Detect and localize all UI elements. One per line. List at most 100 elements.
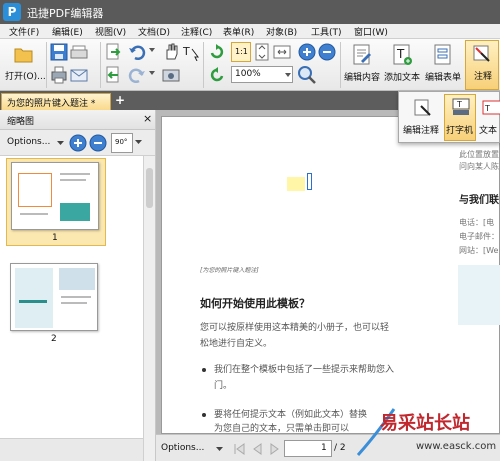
text-select-icon[interactable]: T	[182, 43, 200, 61]
menu-object[interactable]: 对象(B)	[266, 25, 297, 38]
ribbon-toolbar: 打开(O)... T 1:1 100% 编辑内容 T 添加文本 编辑表单 注释	[0, 39, 500, 91]
fit-page-icon[interactable]	[253, 43, 271, 61]
redo-icon[interactable]	[128, 66, 146, 84]
thumbnail-photo-block	[60, 203, 90, 221]
thumbnail-text-line	[19, 300, 47, 303]
text-highlight	[287, 177, 305, 191]
bullet-item: 我们在整个模板中包括了一些提示来帮助您入门。	[214, 365, 395, 391]
contact-website: 网站：[We	[459, 246, 499, 255]
menu-edit[interactable]: 编辑(E)	[52, 25, 83, 38]
document-heading: 如何开始使用此模板？	[200, 297, 310, 310]
rotate-dropdown-icon[interactable]	[135, 139, 142, 145]
site-watermark: 易采站长站 www.easck.com	[356, 405, 500, 461]
document-tab[interactable]: 为您的照片键入题注 *	[1, 93, 111, 110]
svg-text:T: T	[484, 104, 490, 113]
contact-email: 电子邮件：	[459, 232, 499, 241]
page-total: / 2	[334, 443, 346, 453]
thumbnail-column-block	[15, 268, 53, 328]
thumbnail-text-line	[20, 213, 48, 215]
edit-annotation-label: 编辑注释	[403, 126, 440, 136]
zoom-select[interactable]: 100%	[231, 66, 293, 83]
typewriter-button[interactable]: T 打字机	[444, 94, 476, 141]
next-page-icon[interactable]	[268, 442, 282, 456]
text-box-button[interactable]: T 文本	[478, 95, 500, 140]
first-page-icon[interactable]	[232, 442, 246, 456]
menu-view[interactable]: 视图(V)	[95, 25, 126, 38]
thumbnail-page-number: 1	[52, 233, 58, 243]
menu-tools[interactable]: 工具(T)	[311, 25, 342, 38]
edit-content-button[interactable]: 编辑内容	[343, 41, 381, 89]
thumbnail-page-2[interactable]: 2	[6, 260, 106, 348]
rotate-counterclockwise-icon[interactable]	[208, 66, 226, 84]
hand-tool-icon[interactable]	[162, 43, 180, 61]
bullet-dot	[202, 368, 206, 372]
menu-document[interactable]: 文档(D)	[138, 25, 170, 38]
contact-heading: 与我们联	[459, 195, 499, 206]
app-title: 迅捷PDF编辑器	[27, 7, 104, 20]
thumbnail-toolbar: Options... 90°	[0, 130, 155, 156]
zoom-in-icon[interactable]	[297, 42, 317, 62]
edit-annotation-button[interactable]: 编辑注释	[402, 95, 442, 140]
right-column-image	[458, 265, 500, 325]
page-back-icon[interactable]	[104, 66, 122, 84]
thumbnail-page-2-image	[10, 263, 98, 331]
pdf-page: 此位置放置 问向某人陈 与我们联 电话：[电 电子邮件： 网站：[We [为您的…	[161, 116, 500, 434]
right-column-text: 问向某人陈	[459, 162, 499, 171]
thumbnail-scrollbar[interactable]	[143, 156, 155, 461]
thumbnail-page-1[interactable]: 1	[6, 158, 106, 246]
page-number-input[interactable]: 1	[284, 440, 332, 457]
thumbnail-footer	[0, 438, 143, 461]
menu-window[interactable]: 窗口(W)	[354, 25, 388, 38]
svg-text:T: T	[396, 47, 405, 61]
app-logo-icon: P	[3, 3, 21, 21]
bullet-dot	[202, 413, 206, 417]
thumbnail-zoom-in-icon[interactable]	[69, 134, 87, 152]
text-cursor[interactable]	[307, 173, 312, 190]
rotate-clockwise-icon[interactable]	[208, 43, 226, 61]
comment-button[interactable]: 注释	[465, 40, 499, 90]
previous-page-icon[interactable]	[250, 442, 264, 456]
actual-size-label: 1:1	[235, 47, 248, 56]
print-icon[interactable]	[50, 66, 68, 84]
svg-text:T: T	[182, 45, 190, 58]
thumbnail-page-number: 2	[51, 334, 57, 344]
open-button[interactable]: 打开(O)...	[3, 42, 46, 88]
photo-caption: [为您的照片键入题注]	[200, 267, 259, 274]
menu-file[interactable]: 文件(F)	[9, 25, 39, 38]
add-text-label: 添加文本	[384, 73, 421, 83]
thumbnail-text-line	[60, 173, 90, 175]
scanner-icon[interactable]	[70, 43, 88, 61]
snapshot-icon[interactable]	[162, 66, 180, 84]
view-options-dropdown-icon	[216, 447, 223, 451]
close-panel-button[interactable]: ×	[143, 112, 152, 125]
options-dropdown-icon	[57, 141, 64, 145]
thumbnail-text-line	[61, 302, 87, 304]
thumbnail-zoom-out-icon[interactable]	[89, 134, 107, 152]
edit-content-label: 编辑内容	[344, 73, 381, 83]
thumbnail-scrollbar-thumb[interactable]	[146, 168, 153, 208]
fit-width-icon[interactable]	[273, 43, 291, 61]
redo-dropdown-icon[interactable]	[148, 69, 156, 77]
rotate-thumbnail-button[interactable]: 90°	[111, 133, 133, 153]
edit-form-button[interactable]: 编辑表单	[423, 41, 461, 89]
add-text-icon: T	[393, 44, 412, 65]
undo-dropdown-icon[interactable]	[148, 46, 156, 54]
email-icon[interactable]	[70, 66, 88, 84]
view-options-menu[interactable]: Options...	[161, 443, 204, 453]
page-forward-icon[interactable]	[104, 43, 122, 61]
text-box-label: 文本	[479, 126, 498, 136]
menu-comment[interactable]: 注释(C)	[181, 25, 212, 38]
thumbnail-text-line	[61, 296, 91, 298]
thumbnail-text-line	[60, 179, 86, 181]
add-text-button[interactable]: T 添加文本	[382, 41, 420, 89]
new-tab-button[interactable]: +	[115, 93, 125, 107]
undo-icon[interactable]	[128, 43, 146, 61]
magnifier-icon[interactable]	[297, 65, 317, 85]
actual-size-button[interactable]: 1:1	[231, 42, 251, 62]
edit-annotation-icon	[414, 99, 431, 116]
zoom-out-icon[interactable]	[317, 42, 337, 62]
menu-form[interactable]: 表单(R)	[223, 25, 254, 38]
thumbnail-options-menu[interactable]: Options...	[7, 137, 50, 147]
save-icon[interactable]	[50, 43, 68, 61]
svg-text:T: T	[456, 100, 462, 109]
